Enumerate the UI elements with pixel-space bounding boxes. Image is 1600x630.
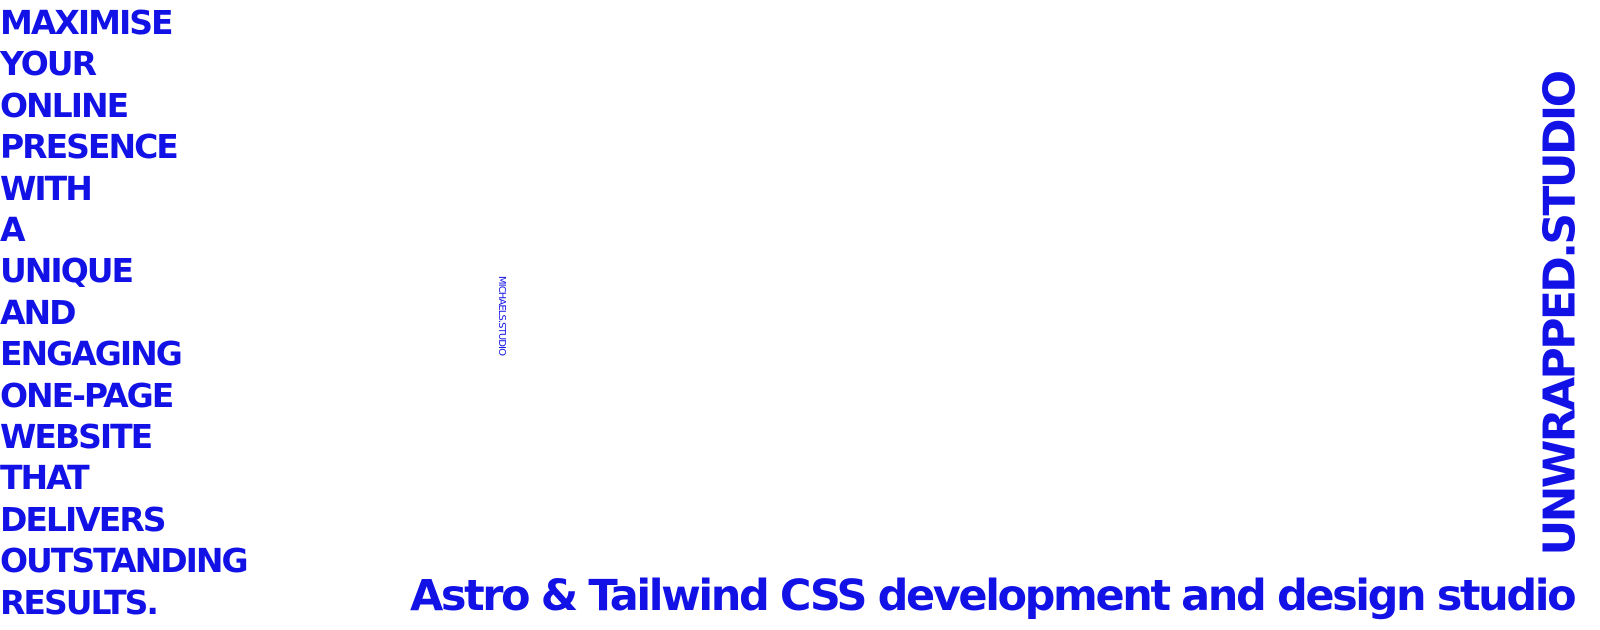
- tagline: Astro & Tailwind CSS development and des…: [410, 571, 1577, 621]
- headline-line: WITH: [0, 168, 93, 208]
- headline-line: RESULTS.: [0, 582, 159, 622]
- headline-line: PRESENCE: [0, 127, 179, 167]
- studio-side-label-text: MICHAELS.STUDIO: [496, 275, 508, 355]
- headline-line: UNIQUE: [0, 251, 134, 291]
- studio-side-label: MICHAELS.STUDIO: [490, 272, 514, 358]
- headline-line: DELIVERS: [0, 499, 167, 539]
- headline-line: A: [0, 210, 26, 250]
- headline-line: YOUR: [0, 44, 97, 84]
- brand-wordmark-text: UNWRAPPED.STUDIO: [1534, 72, 1586, 556]
- headline-line: THAT: [0, 458, 90, 498]
- hero-headline: MAXIMISE YOUR ONLINE PRESENCE WITH A UNI…: [0, 2, 300, 623]
- headline-line: AND: [0, 292, 77, 332]
- headline-line: WEBSITE: [0, 417, 153, 457]
- headline-line: ONLINE: [0, 85, 129, 125]
- headline-line: MAXIMISE: [0, 3, 174, 42]
- headline-line: OUTSTANDING: [0, 541, 249, 581]
- headline-line: ONE-PAGE: [0, 375, 174, 415]
- brand-wordmark: UNWRAPPED.STUDIO: [1520, 66, 1600, 562]
- headline-line: ENGAGING: [0, 334, 183, 374]
